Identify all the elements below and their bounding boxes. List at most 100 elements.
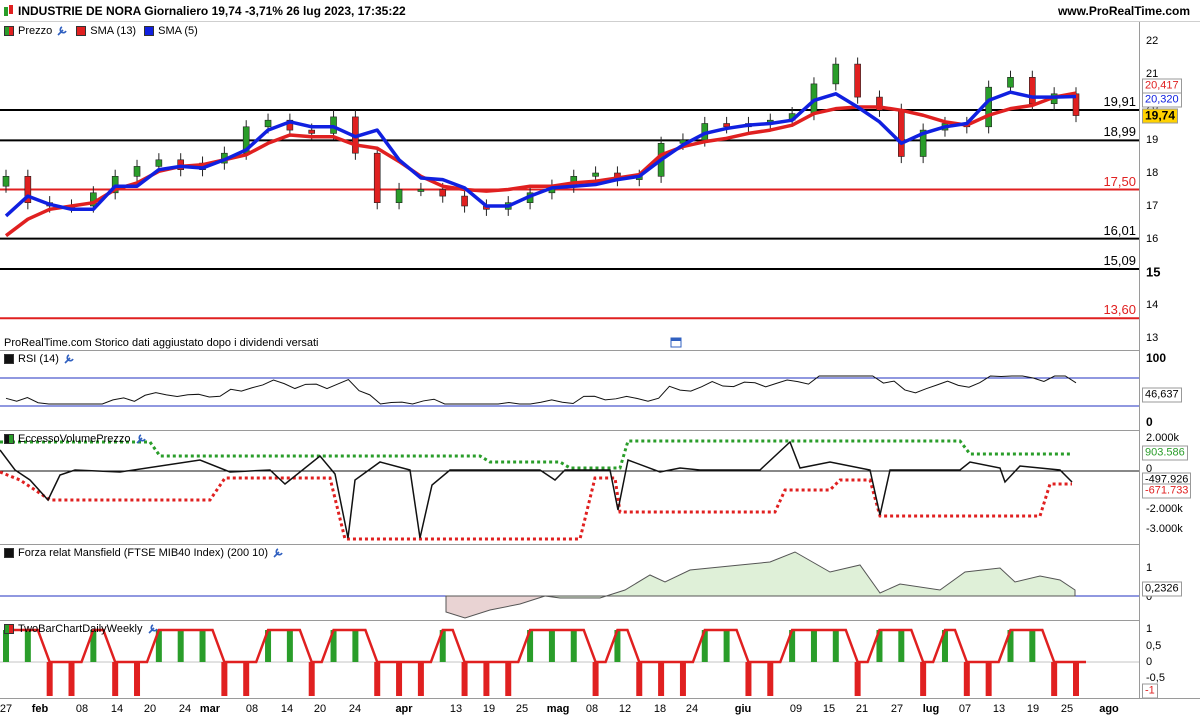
x-axis-label: 19 bbox=[1026, 703, 1040, 715]
twobar-daily-bar bbox=[199, 630, 206, 662]
evp-green-badge: 903.586 bbox=[1142, 445, 1188, 461]
twobar-daily-bar bbox=[134, 662, 141, 696]
rsi-swatch bbox=[4, 354, 14, 364]
mansfield-label[interactable]: Forza relat Mansfield (FTSE MIB40 Index)… bbox=[18, 547, 268, 559]
price-tick-label: 13 bbox=[1146, 332, 1159, 344]
twobar-daily-bar bbox=[985, 662, 992, 696]
twobar-daily-bar bbox=[68, 662, 75, 696]
twobar-daily-bar bbox=[1051, 662, 1058, 696]
wrench-icon[interactable] bbox=[135, 433, 147, 445]
candle-body bbox=[1029, 77, 1036, 105]
twobar-panel-border bbox=[0, 620, 1139, 621]
twobar-daily-bar bbox=[745, 662, 752, 696]
price-tick-label: 14 bbox=[1146, 299, 1159, 311]
x-axis-label: 09 bbox=[789, 703, 803, 715]
mansfield-positive-area bbox=[544, 551, 1076, 599]
twobar-legend: TwoBarChartDailyWeekly bbox=[4, 621, 159, 637]
twobar-tick-05: 0,5 bbox=[1146, 640, 1162, 652]
x-axis-label: 15 bbox=[822, 703, 836, 715]
candle-body bbox=[854, 63, 861, 98]
wrench-icon[interactable] bbox=[63, 353, 75, 365]
x-axis-label: 20 bbox=[313, 703, 327, 715]
sma13-value-badge: 20,417 bbox=[1142, 78, 1182, 94]
twobar-daily-bar bbox=[898, 630, 905, 662]
candle-body bbox=[898, 110, 905, 157]
twobar-daily-bar bbox=[854, 662, 861, 696]
twobar-daily-bar bbox=[221, 662, 228, 696]
x-axis-label: ago bbox=[1099, 703, 1119, 715]
candle-body bbox=[373, 152, 381, 203]
x-axis-label: 20 bbox=[143, 703, 157, 715]
twobar-label[interactable]: TwoBarChartDailyWeekly bbox=[18, 623, 143, 635]
mansfield-swatch bbox=[4, 548, 14, 558]
price-tick-label: 18 bbox=[1146, 167, 1159, 179]
candle-body bbox=[155, 159, 163, 167]
rsi-panel-border bbox=[0, 350, 1139, 351]
x-axis-label: mar bbox=[199, 703, 221, 715]
twobar-daily-bar bbox=[374, 662, 381, 696]
evp-tick-2000k: 2.000k bbox=[1146, 432, 1180, 444]
twobar-tick-1: 1 bbox=[1146, 623, 1153, 635]
twobar-weekly-line bbox=[6, 628, 1086, 664]
level-label: 18,99 bbox=[1103, 124, 1136, 140]
x-axis-label: 24 bbox=[348, 703, 362, 715]
evp-swatch bbox=[4, 434, 14, 444]
twobar-daily-bar bbox=[832, 630, 839, 662]
x-axis-label: 14 bbox=[110, 703, 124, 715]
twobar-daily-bar bbox=[1029, 630, 1036, 662]
chart-canvas[interactable] bbox=[0, 0, 1200, 720]
twobar-daily-bar bbox=[658, 662, 665, 696]
evp-panel-border bbox=[0, 430, 1139, 431]
x-axis-label: 14 bbox=[280, 703, 294, 715]
mansfield-tick-1: 1 bbox=[1146, 562, 1153, 574]
x-axis-label: feb bbox=[31, 703, 49, 715]
y-axis-line bbox=[1139, 22, 1140, 698]
x-axis-label: 25 bbox=[515, 703, 529, 715]
x-axis-label: 07 bbox=[958, 703, 972, 715]
x-axis-label: 27 bbox=[890, 703, 904, 715]
wrench-icon[interactable] bbox=[147, 623, 159, 635]
candle-body bbox=[592, 172, 599, 177]
candle-body bbox=[264, 119, 272, 128]
twobar-daily-bar bbox=[112, 662, 119, 696]
mansfield-legend: Forza relat Mansfield (FTSE MIB40 Index)… bbox=[4, 545, 284, 561]
twobar-daily-bar bbox=[767, 662, 774, 696]
level-label: 19,91 bbox=[1103, 93, 1136, 109]
price-tick-label: 15 bbox=[1146, 264, 1161, 280]
rsi-label[interactable]: RSI (14) bbox=[18, 353, 59, 365]
twobar-daily-bar bbox=[963, 662, 970, 696]
x-axis-label: 21 bbox=[855, 703, 869, 715]
candle-body bbox=[461, 195, 468, 207]
twobar-daily-bar bbox=[396, 662, 403, 696]
twobar-daily-bar bbox=[810, 630, 817, 662]
evp-label[interactable]: EccessoVolumePrezzo bbox=[18, 433, 131, 445]
twobar-daily-bar bbox=[592, 662, 599, 696]
x-axis-label: 27 bbox=[0, 703, 13, 715]
twobar-daily-bar bbox=[352, 630, 359, 662]
candle-body bbox=[1007, 77, 1014, 88]
evp-red-line bbox=[0, 470, 1072, 541]
twobar-daily-bar bbox=[1073, 662, 1079, 696]
x-axis-label: mag bbox=[546, 703, 570, 715]
x-axis-label: 19 bbox=[482, 703, 496, 715]
wrench-icon[interactable] bbox=[272, 547, 284, 559]
rsi-line bbox=[5, 375, 1077, 405]
x-axis-label: lug bbox=[922, 703, 940, 715]
rsi-tick-0: 0 bbox=[1146, 415, 1153, 429]
candle-body bbox=[439, 189, 447, 197]
last-price-badge: 19,74 bbox=[1142, 108, 1179, 124]
evp-tick-minus3000k: -3.000k bbox=[1146, 523, 1183, 535]
x-axis-label: 18 bbox=[653, 703, 667, 715]
twobar-daily-bar bbox=[920, 662, 927, 696]
candle-body bbox=[985, 86, 992, 128]
evp-red-badge: -671.733 bbox=[1142, 483, 1192, 499]
sma13-line bbox=[4, 91, 1077, 238]
x-axis: 27 feb 08 14 20 24 mar 08 14 20 24 apr 13 19 25 mag 08 12… bbox=[0, 698, 1200, 720]
evp-legend: EccessoVolumePrezzo bbox=[4, 431, 147, 447]
twobar-tick-0: 0 bbox=[1146, 656, 1153, 668]
twobar-daily-bar bbox=[308, 662, 315, 696]
x-axis-label: 24 bbox=[685, 703, 699, 715]
x-axis-label: 08 bbox=[585, 703, 599, 715]
x-axis-label: giu bbox=[734, 703, 752, 715]
candle-body bbox=[2, 176, 10, 187]
